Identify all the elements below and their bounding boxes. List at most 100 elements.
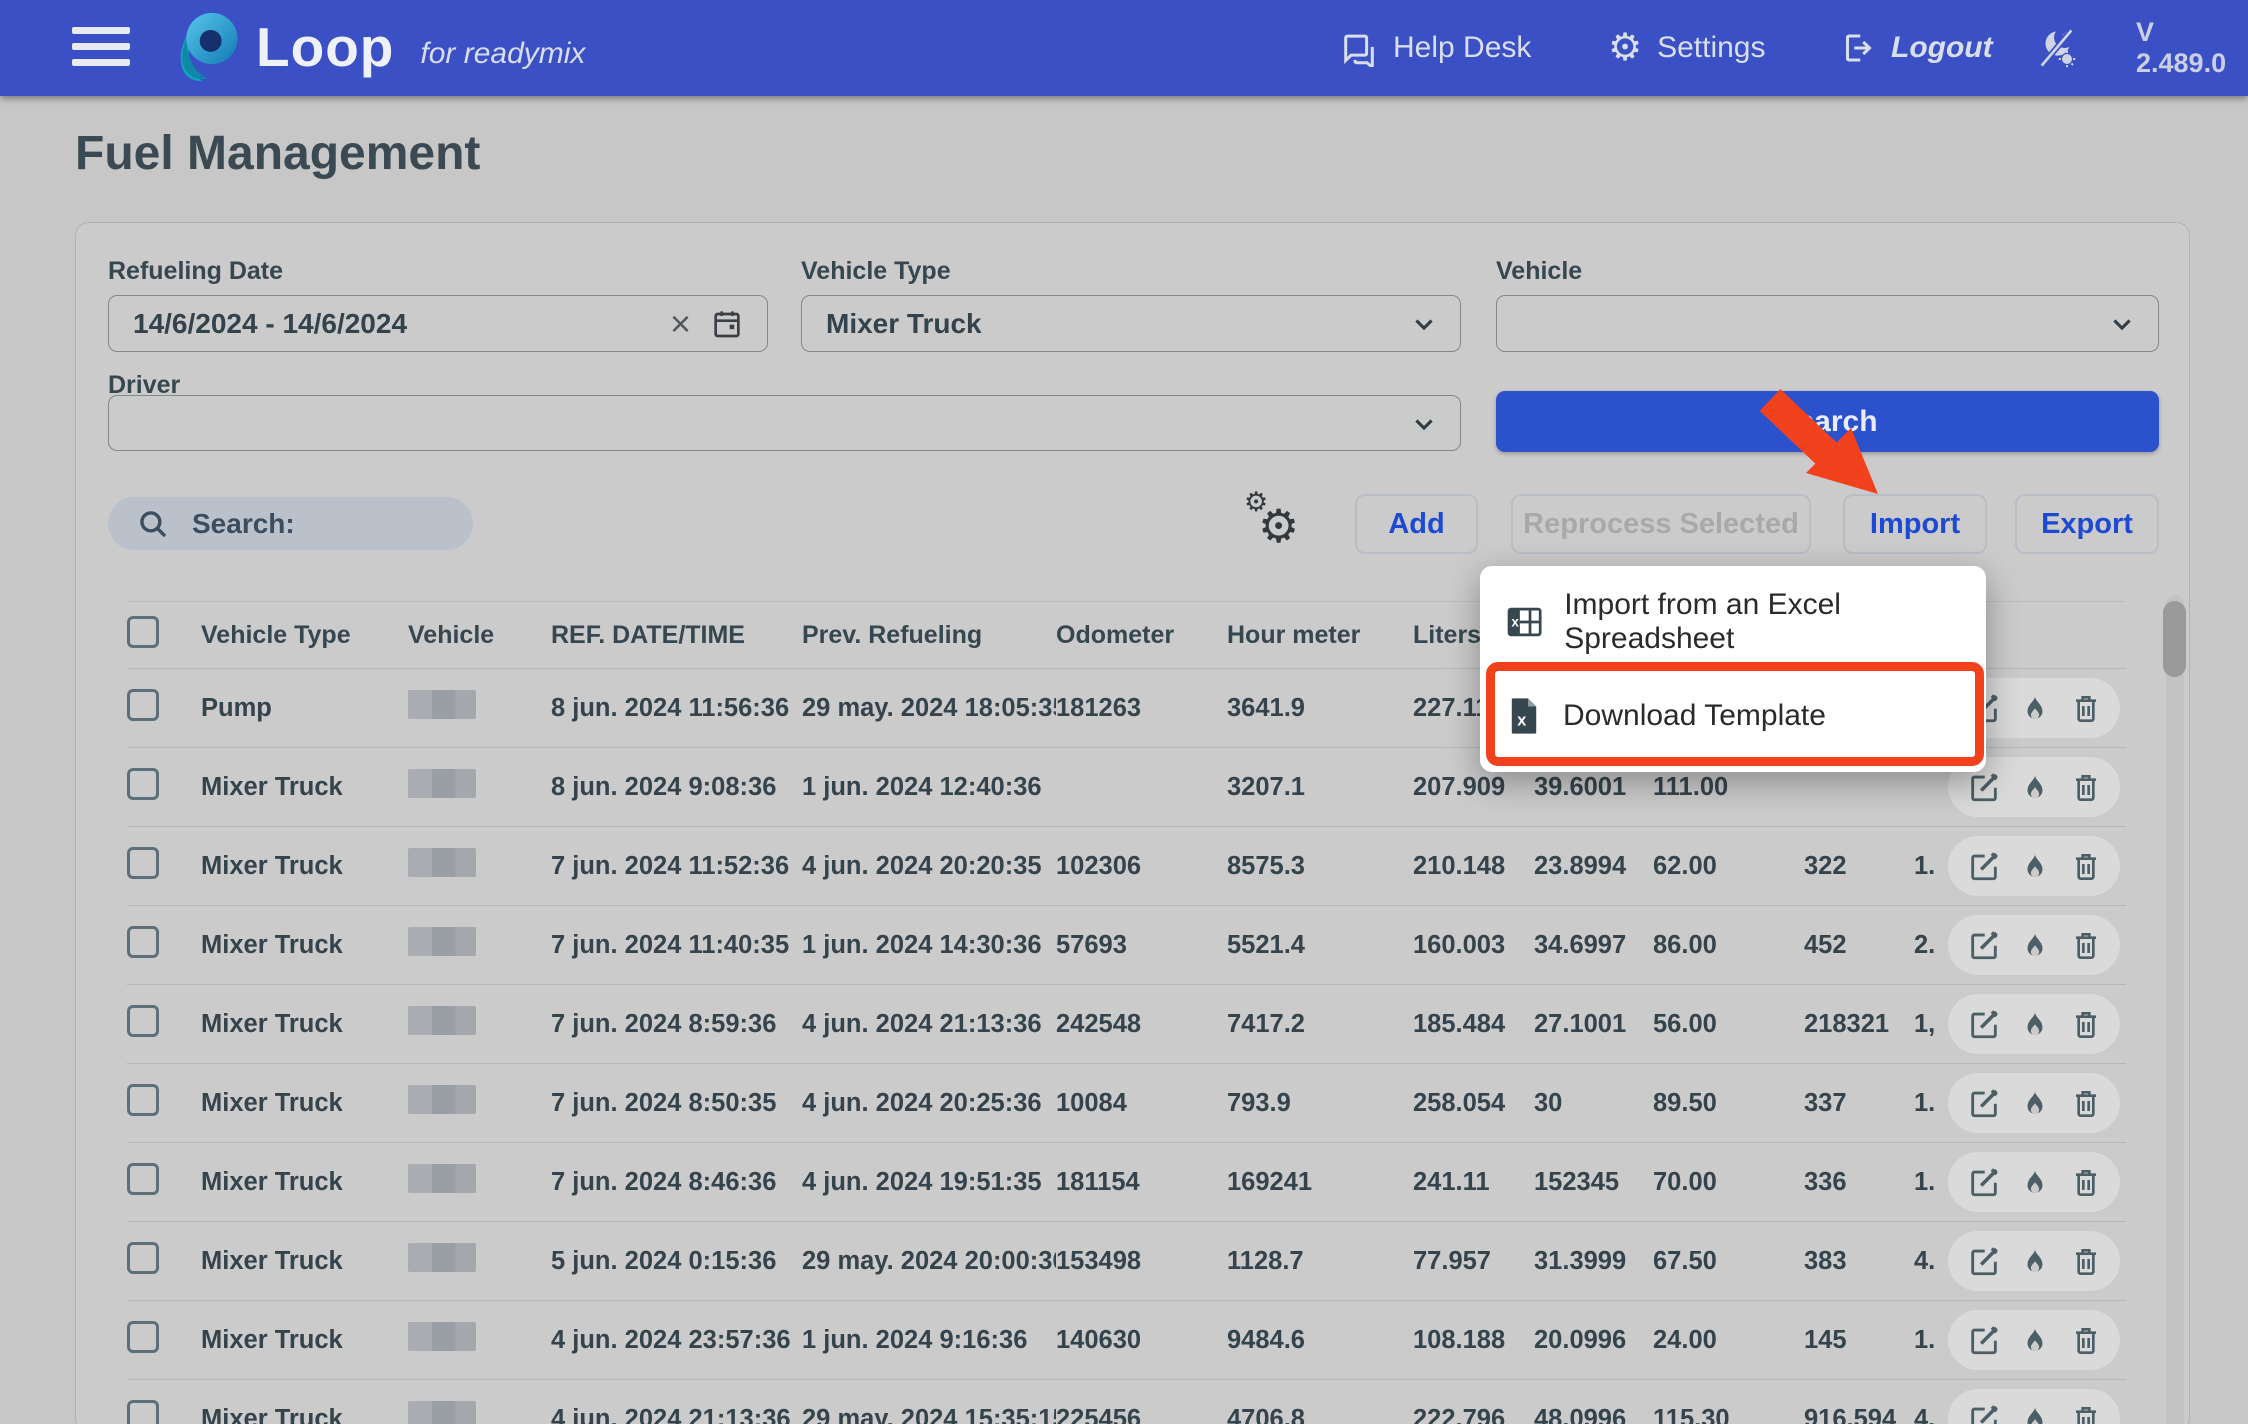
export-button[interactable]: Export — [2015, 494, 2159, 554]
cell-odometer: 102306 — [1056, 852, 1227, 881]
cell-vehicle — [408, 848, 551, 884]
col-odometer[interactable]: Odometer — [1056, 621, 1227, 650]
row-checkbox[interactable] — [127, 1163, 159, 1195]
table-scrollbar-thumb[interactable] — [2163, 601, 2186, 677]
edit-icon[interactable] — [1967, 1007, 2001, 1041]
edit-icon[interactable] — [1967, 849, 2001, 883]
col-vehicle-type[interactable]: Vehicle Type — [201, 621, 408, 650]
fuel-flame-icon[interactable] — [2019, 692, 2051, 724]
fuel-flame-icon[interactable] — [2019, 1403, 2051, 1424]
table-scrollbar-track[interactable] — [2166, 595, 2184, 1424]
vehicle-redacted-block — [408, 1085, 476, 1114]
cell-col8: 31.3999 — [1534, 1247, 1653, 1276]
fuel-flame-icon[interactable] — [2019, 929, 2051, 961]
delete-trash-icon[interactable] — [2070, 850, 2102, 882]
refueling-date-input[interactable]: 14/6/2024 - 14/6/2024 × — [108, 295, 768, 352]
cell-prev-refueling: 29 may. 2024 15:35:15 — [802, 1405, 1056, 1424]
cell-liters: 185.484 — [1413, 1010, 1534, 1039]
cell-vehicle-type: Mixer Truck — [201, 1168, 408, 1197]
delete-trash-icon[interactable] — [2070, 771, 2102, 803]
fuel-flame-icon[interactable] — [2019, 1245, 2051, 1277]
fuel-flame-icon[interactable] — [2019, 1166, 2051, 1198]
delete-trash-icon[interactable] — [2070, 1166, 2102, 1198]
row-actions — [1948, 915, 2120, 975]
table-row[interactable]: Mixer Truck 4 jun. 2024 21:13:36 29 may.… — [127, 1379, 2126, 1424]
edit-icon[interactable] — [1967, 928, 2001, 962]
edit-icon[interactable] — [1967, 1323, 2001, 1357]
theme-toggle-icon[interactable] — [2034, 0, 2078, 96]
select-all-checkbox[interactable] — [127, 616, 159, 648]
edit-icon[interactable] — [1967, 1244, 2001, 1278]
delete-trash-icon[interactable] — [2070, 929, 2102, 961]
cell-col8: 27.1001 — [1534, 1010, 1653, 1039]
cell-col11: 1. — [1914, 852, 1948, 881]
vehicle-redacted-block — [408, 1401, 476, 1424]
table-row[interactable]: Mixer Truck 7 jun. 2024 8:50:35 4 jun. 2… — [127, 1063, 2126, 1142]
vehicle-select[interactable] — [1496, 295, 2159, 352]
table-row[interactable]: Mixer Truck 5 jun. 2024 0:15:36 29 may. … — [127, 1221, 2126, 1300]
fuel-flame-icon[interactable] — [2019, 1008, 2051, 1040]
delete-trash-icon[interactable] — [2070, 1008, 2102, 1040]
edit-icon[interactable] — [1967, 1086, 2001, 1120]
driver-select[interactable] — [108, 395, 1461, 451]
row-checkbox[interactable] — [127, 1321, 159, 1353]
reprocess-selected-button[interactable]: Reprocess Selected — [1511, 494, 1811, 554]
table-row[interactable]: Mixer Truck 7 jun. 2024 11:52:36 4 jun. … — [127, 826, 2126, 905]
row-checkbox[interactable] — [127, 1005, 159, 1037]
cell-ref-datetime: 4 jun. 2024 23:57:36 — [551, 1326, 802, 1355]
import-button[interactable]: Import — [1843, 494, 1987, 554]
row-checkbox[interactable] — [127, 768, 159, 800]
clear-date-icon[interactable]: × — [670, 306, 691, 342]
col-prev-refueling[interactable]: Prev. Refueling — [802, 621, 1056, 650]
cell-col11: 1, — [1914, 1010, 1948, 1039]
add-button[interactable]: Add — [1355, 494, 1478, 554]
menu-item-import-from-excel[interactable]: x Import from an Excel Spreadsheet — [1480, 590, 1986, 654]
row-checkbox[interactable] — [127, 689, 159, 721]
nav-help-desk[interactable]: Help Desk — [1340, 0, 1531, 96]
col-hour-meter[interactable]: Hour meter — [1227, 621, 1413, 650]
nav-settings[interactable]: ⚙ Settings — [1608, 0, 1765, 96]
col-ref-datetime[interactable]: REF. DATE/TIME — [551, 621, 802, 650]
fuel-flame-icon[interactable] — [2019, 1324, 2051, 1356]
search-button[interactable]: Search — [1496, 391, 2159, 452]
cell-vehicle-type: Pump — [201, 694, 408, 723]
column-settings-gears-icon[interactable]: ⚙⚙ — [1244, 491, 1314, 555]
delete-trash-icon[interactable] — [2070, 692, 2102, 724]
delete-trash-icon[interactable] — [2070, 1087, 2102, 1119]
calendar-icon[interactable] — [711, 308, 743, 347]
cell-ref-datetime: 7 jun. 2024 8:59:36 — [551, 1010, 802, 1039]
table-search-input[interactable]: Search: — [108, 497, 473, 550]
cell-liters: 77.957 — [1413, 1247, 1534, 1276]
cell-col10: 218321 — [1804, 1010, 1914, 1039]
row-checkbox[interactable] — [127, 1400, 159, 1424]
col-vehicle[interactable]: Vehicle — [408, 621, 551, 650]
fuel-flame-icon[interactable] — [2019, 771, 2051, 803]
delete-trash-icon[interactable] — [2070, 1245, 2102, 1277]
menu-item-download-template[interactable]: x Download Template — [1480, 684, 1986, 748]
row-checkbox[interactable] — [127, 1242, 159, 1274]
row-checkbox[interactable] — [127, 847, 159, 879]
hamburger-menu-icon[interactable] — [72, 27, 132, 69]
delete-trash-icon[interactable] — [2070, 1403, 2102, 1424]
table-row[interactable]: Mixer Truck 7 jun. 2024 8:59:36 4 jun. 2… — [127, 984, 2126, 1063]
fuel-flame-icon[interactable] — [2019, 850, 2051, 882]
nav-logout[interactable]: Logout — [1840, 0, 1993, 96]
table-row[interactable]: Mixer Truck 4 jun. 2024 23:57:36 1 jun. … — [127, 1300, 2126, 1379]
row-checkbox[interactable] — [127, 1084, 159, 1116]
cell-liters: 108.188 — [1413, 1326, 1534, 1355]
cell-hour-meter: 9484.6 — [1227, 1326, 1413, 1355]
table-row[interactable]: Mixer Truck 7 jun. 2024 8:46:36 4 jun. 2… — [127, 1142, 2126, 1221]
edit-icon[interactable] — [1967, 770, 2001, 804]
cell-col8: 34.6997 — [1534, 931, 1653, 960]
vehicle-type-select[interactable]: Mixer Truck — [801, 295, 1461, 352]
svg-text:x: x — [1517, 712, 1526, 730]
table-row[interactable]: Mixer Truck 7 jun. 2024 11:40:35 1 jun. … — [127, 905, 2126, 984]
fuel-flame-icon[interactable] — [2019, 1087, 2051, 1119]
cell-hour-meter: 5521.4 — [1227, 931, 1413, 960]
cell-vehicle — [408, 1322, 551, 1358]
row-checkbox[interactable] — [127, 926, 159, 958]
cell-odometer: 140630 — [1056, 1326, 1227, 1355]
edit-icon[interactable] — [1967, 1165, 2001, 1199]
delete-trash-icon[interactable] — [2070, 1324, 2102, 1356]
edit-icon[interactable] — [1967, 1402, 2001, 1424]
